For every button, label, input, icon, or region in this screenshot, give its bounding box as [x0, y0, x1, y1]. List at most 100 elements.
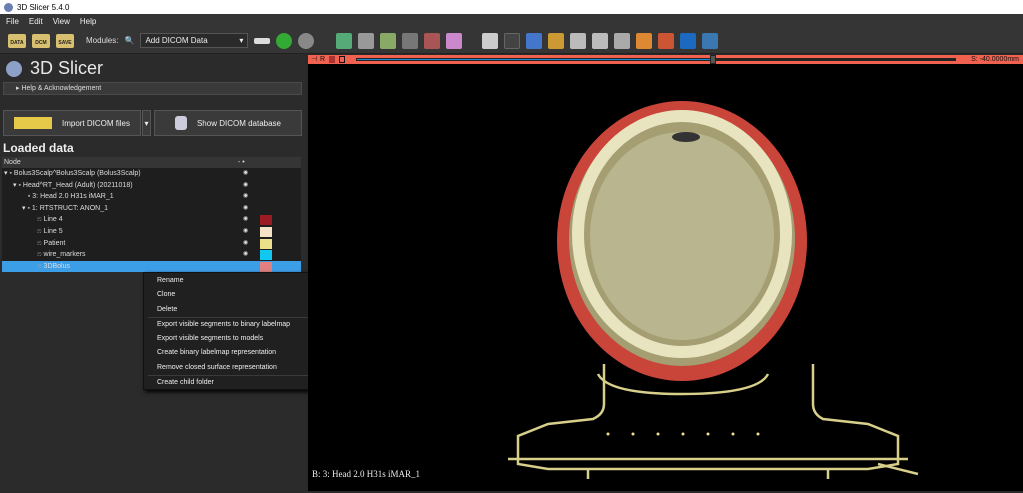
context-menu: Rename Clone Delete Export visible segme…	[143, 272, 318, 390]
subject-hierarchy-tree[interactable]: Node - • ▾ ▪ Bolus3Scalp^Bolus3Scalp (Bol…	[2, 157, 301, 273]
node-icon: ▪	[27, 193, 31, 201]
segment-color-swatch[interactable]	[260, 250, 272, 261]
forward-icon[interactable]	[298, 32, 315, 49]
tree-row[interactable]: ▾ ▪ 1: RTSTRUCT: ANON_1 ◉	[2, 203, 301, 215]
node-label: Bolus3Scalp^Bolus3Scalp (Bolus3Scalp)	[13, 170, 141, 177]
restore-view-icon[interactable]	[614, 32, 631, 49]
back-icon[interactable]	[276, 32, 293, 49]
segment-color-swatch[interactable]	[260, 261, 272, 272]
transforms-icon[interactable]	[402, 32, 419, 49]
brand: 3D Slicer	[6, 58, 103, 79]
ct-slice-image	[508, 101, 919, 479]
screenshot-icon[interactable]	[482, 32, 499, 49]
node-icon: ▪	[27, 204, 30, 212]
slice-controller-bar: ⊣ R S: -40.0000mm	[308, 55, 1023, 64]
crosshair-icon[interactable]	[636, 32, 653, 49]
visibility-eye-icon[interactable]: ◉	[243, 249, 248, 261]
models-icon[interactable]	[380, 32, 397, 49]
visibility-eye-icon[interactable]: ◉	[243, 203, 248, 215]
node-label: Line 4	[43, 216, 63, 224]
help-collapsible[interactable]: ▸ Help & Acknowledgement	[3, 82, 302, 95]
expand-arrow-icon[interactable]	[31, 263, 35, 270]
toolbar: DATA DCM SAVE Modules: 🔍 Add DICOM Data ▾	[0, 28, 1023, 54]
cursor-icon[interactable]	[504, 32, 521, 49]
menu-file[interactable]: File	[6, 17, 19, 26]
load-data-icon[interactable]: DATA	[8, 33, 26, 48]
segment-color-swatch[interactable]	[260, 215, 272, 226]
slice-view-label: R	[320, 56, 326, 63]
import-dicom-button[interactable]: Import DICOM files	[3, 110, 141, 136]
chevron-down-icon: ▾	[239, 36, 244, 45]
corner-annotation: B: 3: Head 2.0 H31s iMAR_1	[312, 469, 420, 479]
menu-remove-closed-surface[interactable]: Remove closed surface representation	[144, 361, 317, 375]
expand-arrow-icon[interactable]	[31, 240, 35, 247]
segment-color-swatch[interactable]	[260, 226, 272, 237]
title-bar: 3D Slicer 5.4.0	[0, 0, 1023, 14]
pin-icon[interactable]: ⊣	[311, 55, 317, 64]
expand-arrow-icon[interactable]	[31, 251, 35, 258]
import-dropdown[interactable]: ▾	[142, 110, 151, 136]
table-structure	[508, 364, 919, 479]
visibility-eye-icon[interactable]: ◉	[243, 180, 248, 192]
menu-help[interactable]: Help	[80, 17, 96, 26]
markups-icon[interactable]	[424, 32, 441, 49]
interaction-icon[interactable]	[658, 32, 675, 49]
module-selector[interactable]: Add DICOM Data ▾	[140, 33, 249, 48]
wire-marker-dots	[606, 432, 760, 436]
window-level-icon[interactable]	[526, 32, 543, 49]
slider-handle[interactable]	[710, 55, 716, 64]
menu-edit[interactable]: Edit	[29, 17, 43, 26]
visibility-eye-icon[interactable]: ◉	[243, 238, 248, 250]
menu-view[interactable]: View	[53, 17, 70, 26]
tree-row[interactable]: ▾ ▪ Head^RT_Head (Adult) (20211018) ◉	[2, 180, 301, 192]
expand-arrow-icon[interactable]: ▾	[13, 182, 17, 189]
expand-arrow-icon[interactable]: ▾	[4, 170, 8, 177]
expand-arrow-icon[interactable]: ▾	[22, 205, 26, 212]
tree-row[interactable]: ෆ Patient ◉	[2, 238, 301, 250]
menu-create-child-folder[interactable]: Create child folder	[144, 376, 317, 390]
tree-row[interactable]: ෆ wire_markers ◉	[2, 249, 301, 261]
node-icon: ෆ	[36, 251, 42, 259]
slice-view-red[interactable]: ⊣ R S: -40.0000mm B: 3: Head 2.0 H31s iM…	[308, 55, 1023, 491]
expand-arrow-icon[interactable]	[22, 193, 26, 200]
visibility-eye-icon[interactable]: ◉	[243, 168, 248, 180]
link-icon[interactable]	[329, 56, 335, 63]
tree-row[interactable]: ෆ Line 4 ◉	[2, 214, 301, 226]
node-label: wire_markers	[43, 251, 86, 259]
node-column-header[interactable]: Node	[4, 159, 21, 166]
expand-arrow-icon[interactable]	[31, 216, 35, 223]
scene-view-icon[interactable]	[592, 32, 609, 49]
segment-color-swatch[interactable]	[260, 238, 272, 249]
menu-export-labelmap[interactable]: Export visible segments to binary labelm…	[144, 318, 317, 332]
menu-delete[interactable]: Delete	[144, 303, 317, 317]
node-label: Line 5	[43, 227, 63, 235]
modules-label: Modules:	[86, 36, 119, 45]
python-icon[interactable]	[702, 32, 719, 49]
maximize-icon[interactable]	[339, 56, 345, 63]
visibility-eye-icon[interactable]: ◉	[243, 191, 248, 203]
slicer-logo-icon	[6, 60, 22, 77]
menu-export-models[interactable]: Export visible segments to models	[144, 332, 317, 346]
segment-editor-icon[interactable]	[446, 32, 463, 49]
node-label: Patient	[43, 239, 66, 247]
dicom-icon[interactable]: DCM	[32, 33, 50, 48]
tree-row[interactable]: ▾ ▪ Bolus3Scalp^Bolus3Scalp (Bolus3Scalp…	[2, 168, 301, 180]
menu-create-labelmap[interactable]: Create binary labelmap representation	[144, 346, 317, 360]
visibility-eye-icon[interactable]: ◉	[243, 226, 248, 238]
ruler-icon[interactable]	[548, 32, 565, 49]
save-icon[interactable]: SAVE	[56, 33, 74, 48]
expand-arrow-icon[interactable]	[31, 228, 35, 235]
menu-rename[interactable]: Rename	[144, 274, 317, 288]
tree-row[interactable]: ▪ 3: Head 2.0 H31s iMAR_1 ◉	[2, 191, 301, 203]
data-module-icon[interactable]	[336, 32, 353, 49]
tree-row[interactable]: ෆ 3DBolus	[2, 260, 301, 273]
extensions-icon[interactable]	[680, 32, 697, 49]
visibility-eye-icon[interactable]: ◉	[243, 214, 248, 226]
capture-icon[interactable]	[570, 32, 587, 49]
tree-row[interactable]: ෆ Line 5 ◉	[2, 226, 301, 238]
layout-icon[interactable]	[254, 37, 271, 44]
volumes-icon[interactable]	[358, 32, 375, 49]
menu-clone[interactable]: Clone	[144, 288, 317, 302]
module-search-icon[interactable]: 🔍	[124, 36, 134, 45]
show-dicom-database-button[interactable]: Show DICOM database	[154, 110, 302, 136]
